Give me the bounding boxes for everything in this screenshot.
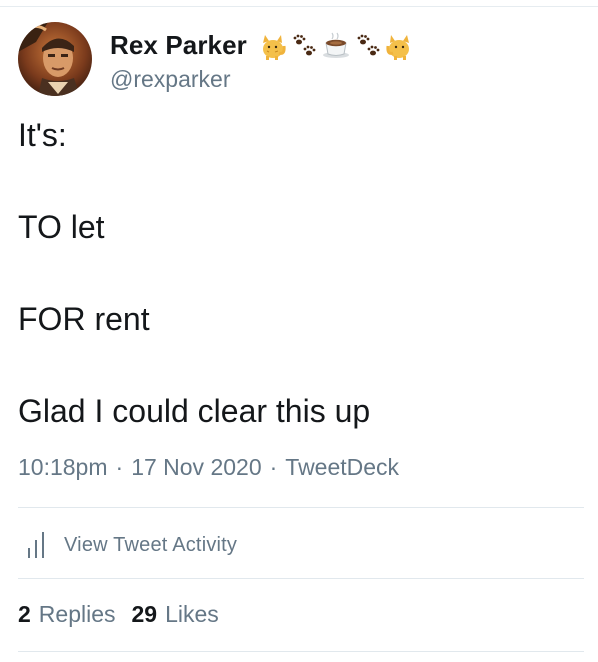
likes-stat[interactable]: 29 Likes — [132, 601, 219, 628]
author-handle[interactable]: @rexparker — [110, 66, 415, 93]
avatar-image — [18, 22, 92, 96]
tweet-time: 10:18pm — [18, 454, 108, 480]
tweet-date: 17 Nov 2020 — [131, 454, 262, 480]
tweet-text-line: Glad I could clear this up — [18, 393, 371, 429]
view-tweet-activity-button[interactable]: View Tweet Activity — [26, 530, 237, 560]
name-row: Rex Parker — [110, 26, 415, 66]
replies-label: Replies — [38, 601, 116, 627]
top-divider — [0, 6, 598, 7]
divider — [18, 507, 584, 508]
tweet-text: It's: TO let FOR rent Glad I could clear… — [18, 112, 578, 434]
name-emoji-row — [257, 31, 415, 61]
view-tweet-activity-label: View Tweet Activity — [64, 533, 238, 556]
tweet-date-link[interactable]: 17 Nov 2020 — [131, 454, 261, 481]
likes-label: Likes — [165, 601, 219, 627]
tweet-timestamp[interactable]: 10:18pm — [18, 454, 108, 481]
tweet-header: Rex Parker @rexparker — [18, 22, 415, 96]
cat-icon — [385, 31, 415, 61]
tweet-metadata: 10:18pm · 17 Nov 2020 · TweetDeck — [18, 454, 399, 481]
coffee-icon — [321, 31, 351, 61]
cat-icon — [257, 31, 287, 61]
divider — [18, 651, 584, 652]
replies-count: 2 — [18, 601, 31, 627]
tweet-text-line: FOR rent — [18, 301, 150, 337]
paw-prints-icon — [353, 31, 383, 61]
tweet-text-line: TO let — [18, 209, 105, 245]
author-names: Rex Parker @rexparker — [110, 26, 415, 93]
tweet-source-link[interactable]: TweetDeck — [285, 454, 399, 481]
tweet-detail: Rex Parker @rexparker It's: TO let FOR r… — [0, 0, 598, 662]
meta-separator: · — [115, 454, 124, 480]
meta-separator: · — [269, 454, 278, 480]
display-name[interactable]: Rex Parker — [110, 30, 247, 61]
divider — [18, 578, 584, 579]
paw-prints-icon — [289, 31, 319, 61]
tweet-stats: 2 Replies 29 Likes — [18, 601, 219, 628]
avatar[interactable] — [18, 22, 92, 96]
likes-count: 29 — [131, 601, 158, 627]
replies-stat[interactable]: 2 Replies — [18, 601, 116, 628]
tweet-text-line: It's: — [18, 117, 67, 153]
bar-chart-icon — [26, 530, 50, 560]
